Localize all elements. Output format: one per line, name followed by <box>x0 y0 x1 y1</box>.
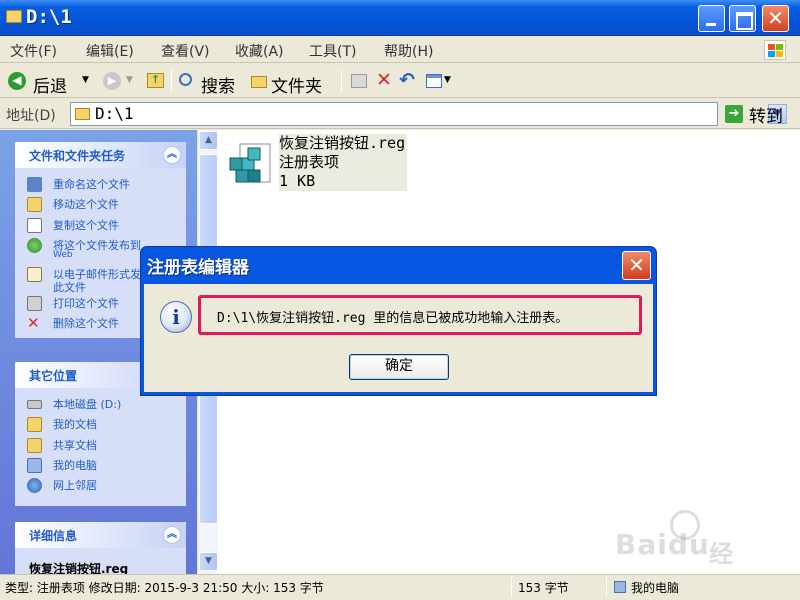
up-folder-icon[interactable]: ↑ <box>147 73 164 88</box>
toolbar-separator <box>341 70 342 92</box>
dialog-title: 注册表编辑器 <box>147 258 249 278</box>
my-documents-icon <box>27 417 42 432</box>
address-input[interactable]: D:\1 ▼ <box>70 102 787 126</box>
address-bar: 地址(D) D:\1 ▼ ➔ 转到 <box>0 99 800 129</box>
undo-icon[interactable]: ↶ <box>399 69 415 91</box>
folders-button[interactable]: 文件夹 <box>271 72 322 97</box>
registry-editor-dialog: 注册表编辑器 ✕ i D:\1\恢复注销按钮.reg 里的信息已被成功地输入注册… <box>140 246 657 396</box>
menu-view[interactable]: 查看(V) <box>161 41 210 61</box>
rename-icon <box>27 177 42 192</box>
email-icon <box>27 267 42 282</box>
dialog-message: D:\1\恢复注销按钮.reg 里的信息已被成功地输入注册表。 <box>217 311 569 326</box>
task-label-line2: 此文件 <box>53 281 86 294</box>
place-label: 我的文档 <box>53 418 97 431</box>
printer-icon <box>27 296 42 311</box>
folders-icon[interactable] <box>251 76 267 88</box>
info-icon: i <box>160 301 192 333</box>
dialog-close-button[interactable]: ✕ <box>622 251 651 280</box>
computer-icon <box>27 458 42 473</box>
status-divider <box>511 577 512 597</box>
address-label: 地址(D) <box>6 108 56 124</box>
panel-header[interactable]: 文件和文件夹任务 ︽ <box>15 142 186 168</box>
task-label-line2: Web <box>53 250 73 260</box>
go-button[interactable]: 转到 <box>749 102 783 127</box>
menu-edit[interactable]: 编辑(E) <box>86 41 134 61</box>
close-button[interactable]: ✕ <box>762 5 789 32</box>
status-divider <box>606 577 607 597</box>
watermark-brand: Bai <box>615 528 668 561</box>
status-size: 153 字节 <box>518 581 569 595</box>
details-filename: 恢复注销按钮.reg <box>29 562 129 574</box>
task-label: 重命名这个文件 <box>53 178 130 191</box>
file-item[interactable]: 恢复注销按钮.reg 注册表项 1 KB <box>222 134 438 194</box>
computer-icon <box>614 581 626 593</box>
collapse-icon[interactable]: ︽ <box>163 146 181 164</box>
message-highlight: D:\1\恢复注销按钮.reg 里的信息已被成功地输入注册表。 <box>198 295 642 335</box>
toolbar: ◀ 后退 ▼ ▶ ▼ ↑ 搜索 文件夹 ✕ ↶ ▼ <box>0 64 800 98</box>
scroll-up-button[interactable]: ▲ <box>199 131 218 150</box>
search-button[interactable]: 搜索 <box>201 72 235 97</box>
folder-icon <box>75 108 90 120</box>
panel-header[interactable]: 详细信息 ︽ <box>15 522 186 548</box>
file-type: 注册表项 <box>279 153 340 171</box>
window-titlebar[interactable]: D:\1 ✕ <box>0 0 800 36</box>
move-icon <box>27 197 42 212</box>
file-name: 恢复注销按钮.reg <box>279 134 406 152</box>
window-title: D:\1 <box>26 6 72 28</box>
copy-icon <box>27 218 42 233</box>
menu-tools[interactable]: 工具(T) <box>309 41 356 61</box>
place-label: 共享文档 <box>53 439 97 452</box>
delete-icon: ✕ <box>27 314 40 332</box>
dialog-body: i D:\1\恢复注销按钮.reg 里的信息已被成功地输入注册表。 确定 <box>144 284 653 392</box>
task-label: 删除这个文件 <box>53 317 119 330</box>
shared-folder-icon <box>27 438 42 453</box>
back-button[interactable]: 后退 <box>33 72 67 97</box>
search-icon[interactable] <box>179 73 192 86</box>
task-label: 打印这个文件 <box>53 297 119 310</box>
back-arrow-icon[interactable]: ◀ <box>8 72 26 90</box>
toolbar-separator <box>171 70 172 92</box>
back-dropdown-icon[interactable]: ▼ <box>82 75 89 85</box>
folder-icon <box>6 10 22 23</box>
go-arrow-icon[interactable]: ➔ <box>725 105 743 123</box>
menu-bar: 文件(F) 编辑(E) 查看(V) 收藏(A) 工具(T) 帮助(H) <box>0 37 800 63</box>
details-panel: 详细信息 ︽ 恢复注销按钮.reg <box>15 522 186 574</box>
forward-dropdown-icon[interactable]: ▼ <box>126 75 133 85</box>
windows-logo-icon <box>764 40 786 60</box>
address-value: D:\1 <box>95 104 134 123</box>
file-size: 1 KB <box>279 172 316 190</box>
task-label: 移动这个文件 <box>53 198 119 211</box>
views-icon[interactable] <box>426 74 442 88</box>
status-bar: 类型: 注册表项 修改日期: 2015-9-3 21:50 大小: 153 字节… <box>0 574 800 600</box>
delete-icon[interactable]: ✕ <box>376 69 392 91</box>
paw-logo-icon <box>670 510 700 540</box>
panel-title: 文件和文件夹任务 <box>29 149 126 163</box>
panel-title: 其它位置 <box>29 369 78 383</box>
minimize-button[interactable] <box>698 5 725 32</box>
views-dropdown-icon[interactable]: ▼ <box>444 75 451 85</box>
place-label: 我的电脑 <box>53 459 97 472</box>
ok-button[interactable]: 确定 <box>349 354 449 380</box>
registry-file-icon <box>229 143 271 183</box>
globe-icon <box>27 238 42 253</box>
menu-favorites[interactable]: 收藏(A) <box>235 41 284 61</box>
menu-file[interactable]: 文件(F) <box>10 41 57 61</box>
place-label: 网上邻居 <box>53 479 97 492</box>
task-label: 复制这个文件 <box>53 219 119 232</box>
collapse-icon[interactable]: ︽ <box>163 526 181 544</box>
maximize-button[interactable] <box>729 5 756 32</box>
panel-title: 详细信息 <box>29 529 78 543</box>
forward-arrow-icon[interactable]: ▶ <box>103 72 121 90</box>
scroll-down-button[interactable]: ▼ <box>199 552 218 571</box>
network-icon <box>27 478 42 493</box>
file-info: 恢复注销按钮.reg 注册表项 1 KB <box>279 134 408 191</box>
status-info: 类型: 注册表项 修改日期: 2015-9-3 21:50 大小: 153 字节 <box>5 581 324 595</box>
baidu-watermark: Baidu 经验 <box>615 510 733 600</box>
menu-help[interactable]: 帮助(H) <box>384 41 433 61</box>
drive-icon <box>27 400 42 409</box>
status-location: 我的电脑 <box>631 581 680 595</box>
place-label: 本地磁盘 (D:) <box>53 398 122 411</box>
move-to-icon[interactable] <box>351 74 367 88</box>
